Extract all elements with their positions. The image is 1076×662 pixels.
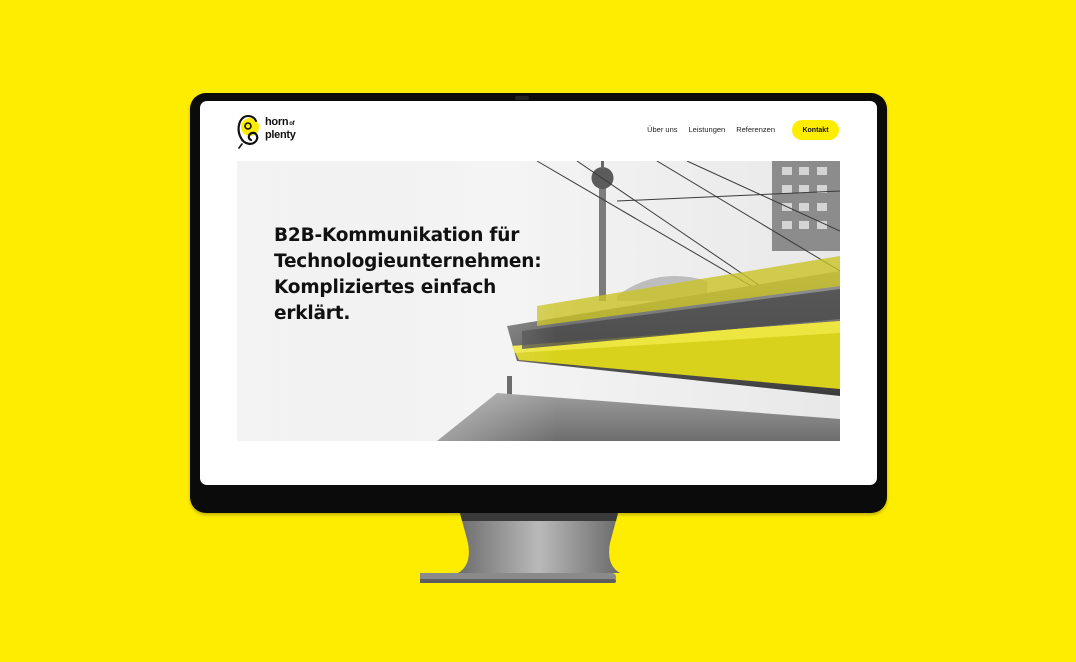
hero-banner: B2B-Kommunikation für Technologieunterne… [237, 161, 840, 441]
contact-button[interactable]: Kontakt [792, 120, 839, 140]
horn-of-plenty-logo-icon [237, 115, 259, 149]
nav-link-leistungen[interactable]: Leistungen [689, 125, 726, 134]
nav-link-referenzen[interactable]: Referenzen [736, 125, 775, 134]
logo-word-plenty: plenty [265, 129, 296, 141]
main-navigation: Über uns Leistungen Referenzen [647, 125, 775, 134]
brand-logo[interactable]: hornof plenty [236, 113, 316, 149]
webcam-icon [515, 96, 529, 100]
nav-link-ueber-uns[interactable]: Über uns [647, 125, 677, 134]
logo-word-horn: horn [265, 116, 289, 128]
website-screen: hornof plenty Über uns Leistungen Refere… [200, 101, 877, 485]
brand-wordmark: hornof plenty [265, 116, 296, 141]
hero-headline: B2B-Kommunikation für Technologieunterne… [274, 225, 542, 324]
logo-word-of: of [289, 121, 295, 127]
